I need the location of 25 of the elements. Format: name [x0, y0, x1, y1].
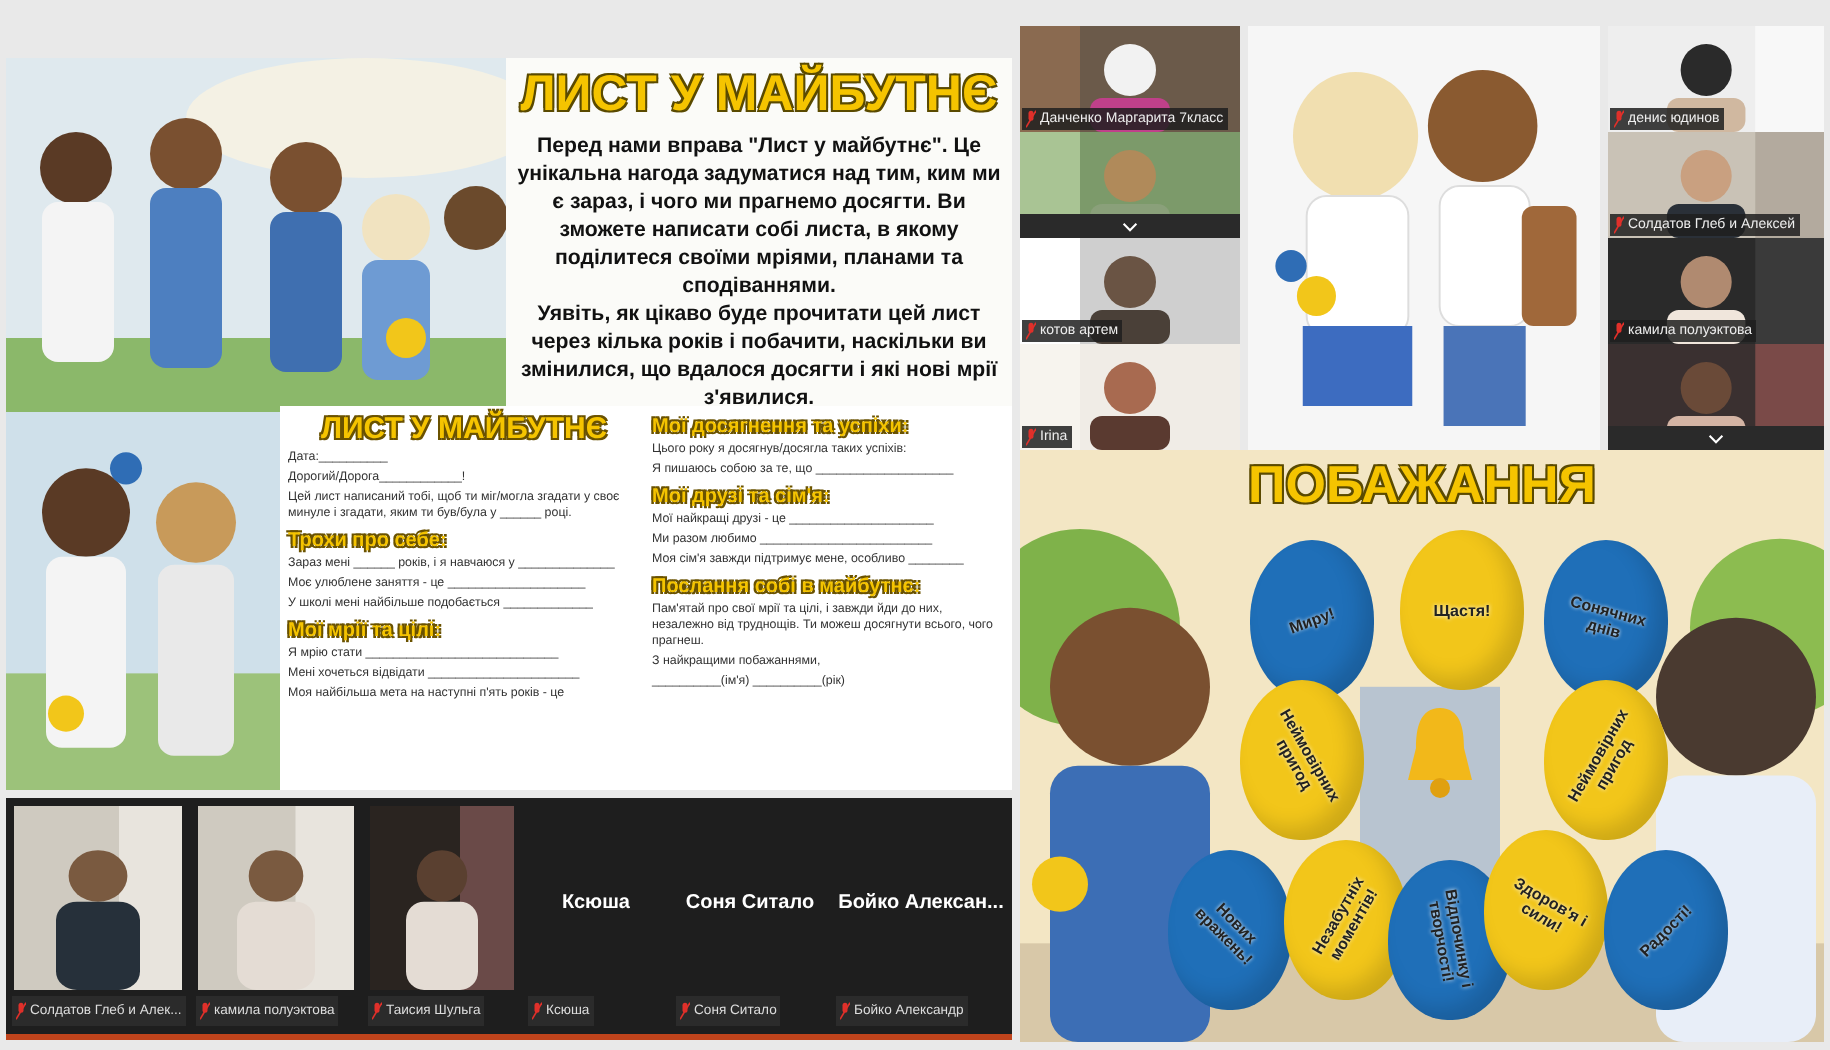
muted-mic-icon	[1614, 322, 1624, 340]
section-heading: Трохи про себе:	[288, 530, 449, 552]
participant-name: Бойко Алексан...	[838, 891, 1004, 913]
muted-mic-icon	[1614, 216, 1624, 234]
section-heading: Мої досягнення та успіхи:	[652, 416, 911, 438]
paragraph: Уявіть, як цікаво буде прочитати цей лист через кілька років і побачити, наскільки ви змінилися, що вдалося досягти і які нові мрії з'явилися.	[518, 300, 1000, 410]
muted-mic-icon	[1026, 322, 1036, 340]
section-heading: Послання собі в майбутнє:	[652, 576, 923, 598]
muted-mic-icon	[1026, 110, 1036, 128]
slide-title: ПОБАЖАННЯ	[1246, 454, 1598, 516]
muted-mic-icon	[16, 1002, 26, 1020]
muted-mic-icon	[840, 1002, 850, 1020]
paragraph: Перед нами вправа "Лист у майбутнє". Це унікальна нагода задуматися над тим, ким ми є зараз, і чого ми прагнемо досягти. Ви зможете написати собі листа, в якому поділитеся своїми мріями, планами та сподіваннями.	[515, 132, 1003, 300]
muted-mic-icon	[200, 1002, 210, 1020]
muted-mic-icon	[1614, 110, 1624, 128]
participant-name: Соня Ситало	[685, 891, 815, 913]
participant-name: Ксюша	[562, 891, 630, 913]
muted-mic-icon	[372, 1002, 382, 1020]
worksheet-title: ЛИСТ У МАЙБУТНЄ	[318, 412, 610, 446]
muted-mic-icon	[680, 1002, 690, 1020]
section-heading: Мої мрії та цілі:	[288, 620, 444, 642]
section-heading: Мої друзі та сім'я:	[652, 486, 832, 508]
muted-mic-icon	[532, 1002, 542, 1020]
slide-title: ЛИСТ У МАЙБУТНЄ	[520, 66, 998, 124]
chevron-down-icon[interactable]	[1122, 221, 1138, 231]
